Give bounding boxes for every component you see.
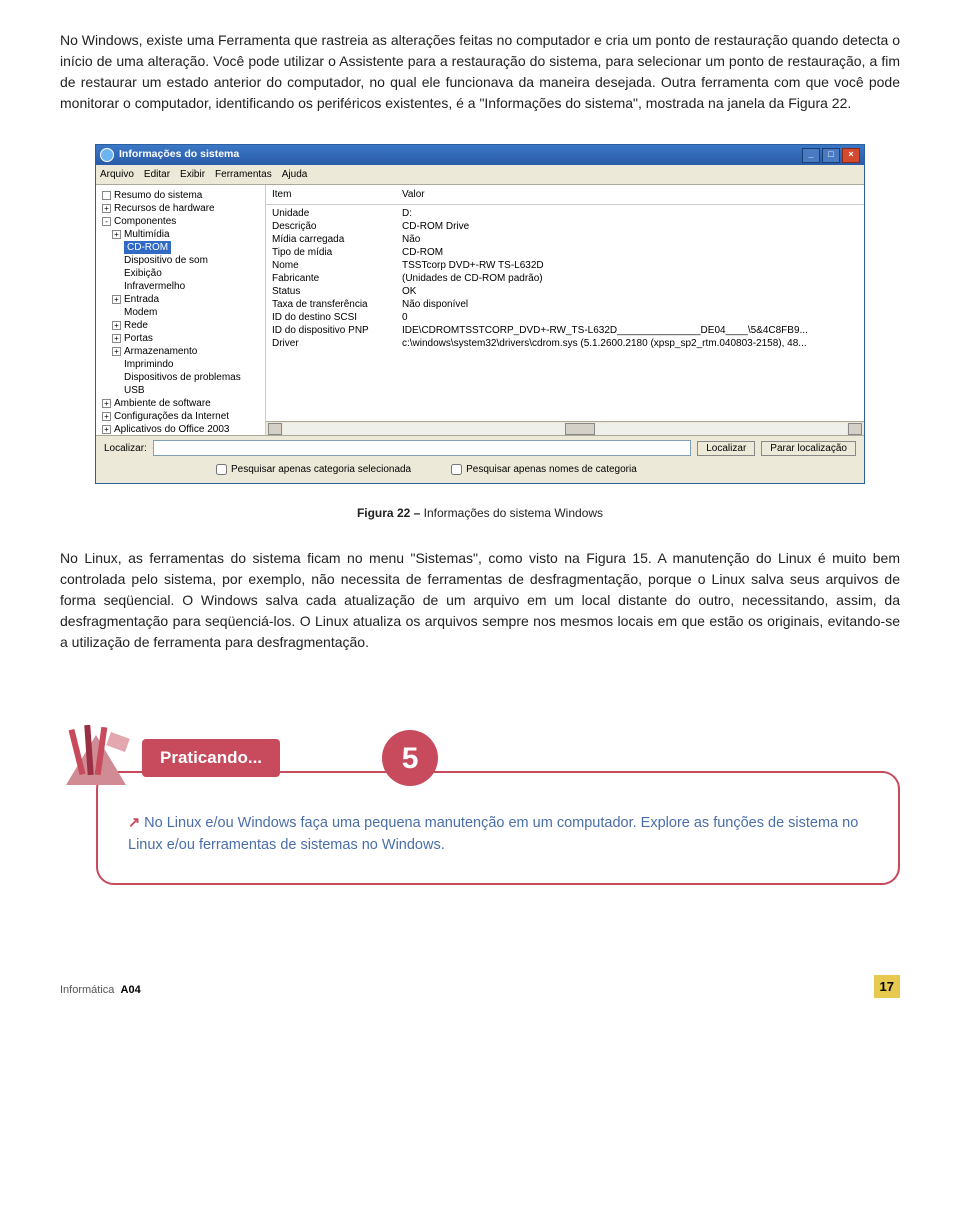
stop-search-button[interactable]: Parar localização <box>761 441 856 456</box>
search-label: Localizar: <box>104 441 147 456</box>
chk-category-names[interactable]: Pesquisar apenas nomes de categoria <box>451 462 637 477</box>
praticando-text: ↗No Linux e/ou Windows faça uma pequena … <box>128 813 868 857</box>
tree-item[interactable]: +Recursos de hardware <box>98 202 263 215</box>
window-title: Informações do sistema <box>119 147 800 163</box>
tree-item[interactable]: +Configurações da Internet <box>98 410 263 423</box>
tree-item[interactable]: Exibição <box>98 267 263 280</box>
detail-rows: UnidadeD:DescriçãoCD-ROM DriveMídia carr… <box>266 205 864 421</box>
tree-item[interactable]: CD-ROM <box>98 241 263 254</box>
menu-exibir[interactable]: Exibir <box>180 167 205 182</box>
tree-item[interactable]: +Entrada <box>98 293 263 306</box>
detail-row: Tipo de mídiaCD-ROM <box>272 246 858 259</box>
tree-item[interactable]: +Rede <box>98 319 263 332</box>
tree-item[interactable]: Modem <box>98 306 263 319</box>
tree-item[interactable]: -Componentes <box>98 215 263 228</box>
tree-item[interactable]: +Portas <box>98 332 263 345</box>
search-button[interactable]: Localizar <box>697 441 755 456</box>
chk-selected-category[interactable]: Pesquisar apenas categoria selecionada <box>216 462 411 477</box>
page-footer: Informática A04 17 <box>60 975 900 999</box>
detail-row: StatusOK <box>272 285 858 298</box>
detail-header: Item Valor <box>266 185 864 205</box>
menu-bar: Arquivo Editar Exibir Ferramentas Ajuda <box>96 165 864 185</box>
tree-item[interactable]: Dispositivos de problemas <box>98 371 263 384</box>
praticando-number: 5 <box>382 730 438 786</box>
chk1-label: Pesquisar apenas categoria selecionada <box>231 462 411 477</box>
tree-item[interactable]: Infravermelho <box>98 280 263 293</box>
scroll-right-icon[interactable] <box>848 423 862 435</box>
search-input[interactable] <box>153 440 691 456</box>
maximize-button[interactable]: □ <box>822 148 840 163</box>
horizontal-scrollbar[interactable] <box>266 421 864 435</box>
chk2-label: Pesquisar apenas nomes de categoria <box>466 462 637 477</box>
arrow-icon: ↗ <box>128 815 140 831</box>
detail-row: DescriçãoCD-ROM Drive <box>272 220 858 233</box>
detail-pane: Item Valor UnidadeD:DescriçãoCD-ROM Driv… <box>266 185 864 435</box>
col-valor: Valor <box>402 187 858 202</box>
close-button[interactable]: × <box>842 148 860 163</box>
detail-row: ID do destino SCSI0 <box>272 311 858 324</box>
chk1-input[interactable] <box>216 464 227 475</box>
footer-module: Informática A04 <box>60 982 141 999</box>
search-bar: Localizar: Localizar Parar localização <box>96 435 864 460</box>
tree-item[interactable]: +Ambiente de software <box>98 397 263 410</box>
menu-arquivo[interactable]: Arquivo <box>100 167 134 182</box>
paragraph-2: No Linux, as ferramentas do sistema fica… <box>60 548 900 653</box>
tree-item[interactable]: USB <box>98 384 263 397</box>
window-titlebar[interactable]: Informações do sistema _ □ × <box>96 145 864 165</box>
praticando-icon <box>60 723 130 793</box>
paragraph-1: No Windows, existe uma Ferramenta que ra… <box>60 30 900 114</box>
praticando-section: Praticando... 5 ↗No Linux e/ou Windows f… <box>60 723 900 885</box>
menu-editar[interactable]: Editar <box>144 167 170 182</box>
search-options: Pesquisar apenas categoria selecionada P… <box>96 460 864 483</box>
col-item: Item <box>272 187 402 202</box>
scroll-left-icon[interactable] <box>268 423 282 435</box>
caption-rest: Informações do sistema Windows <box>420 506 603 520</box>
system-info-window: Informações do sistema _ □ × Arquivo Edi… <box>95 144 865 484</box>
figure-caption: Figura 22 – Informações do sistema Windo… <box>60 504 900 522</box>
praticando-label: Praticando... <box>142 739 280 777</box>
scroll-thumb[interactable] <box>565 423 595 435</box>
tree-item[interactable]: Dispositivo de som <box>98 254 263 267</box>
tree-item[interactable]: +Armazenamento <box>98 345 263 358</box>
detail-row: UnidadeD: <box>272 207 858 220</box>
detail-row: Fabricante(Unidades de CD-ROM padrão) <box>272 272 858 285</box>
detail-row: Mídia carregadaNão <box>272 233 858 246</box>
page-number: 17 <box>874 975 900 999</box>
praticando-body: No Linux e/ou Windows faça uma pequena m… <box>128 815 858 853</box>
detail-row: ID do dispositivo PNPIDE\CDROMTSSTCORP_D… <box>272 324 858 337</box>
tree-item[interactable]: Resumo do sistema <box>98 189 263 202</box>
tree-pane[interactable]: Resumo do sistema+Recursos de hardware-C… <box>96 185 266 435</box>
caption-bold: Figura 22 – <box>357 506 420 520</box>
tree-item[interactable]: Imprimindo <box>98 358 263 371</box>
tree-item[interactable]: +Multimídia <box>98 228 263 241</box>
scroll-track[interactable] <box>283 423 847 435</box>
detail-row: Driverc:\windows\system32\drivers\cdrom.… <box>272 337 858 350</box>
menu-ferramentas[interactable]: Ferramentas <box>215 167 272 182</box>
detail-row: NomeTSSTcorp DVD+-RW TS-L632D <box>272 259 858 272</box>
chk2-input[interactable] <box>451 464 462 475</box>
app-icon <box>100 148 114 162</box>
detail-row: Taxa de transferênciaNão disponível <box>272 298 858 311</box>
minimize-button[interactable]: _ <box>802 148 820 163</box>
tree-item[interactable]: +Aplicativos do Office 2003 <box>98 423 263 435</box>
menu-ajuda[interactable]: Ajuda <box>282 167 308 182</box>
